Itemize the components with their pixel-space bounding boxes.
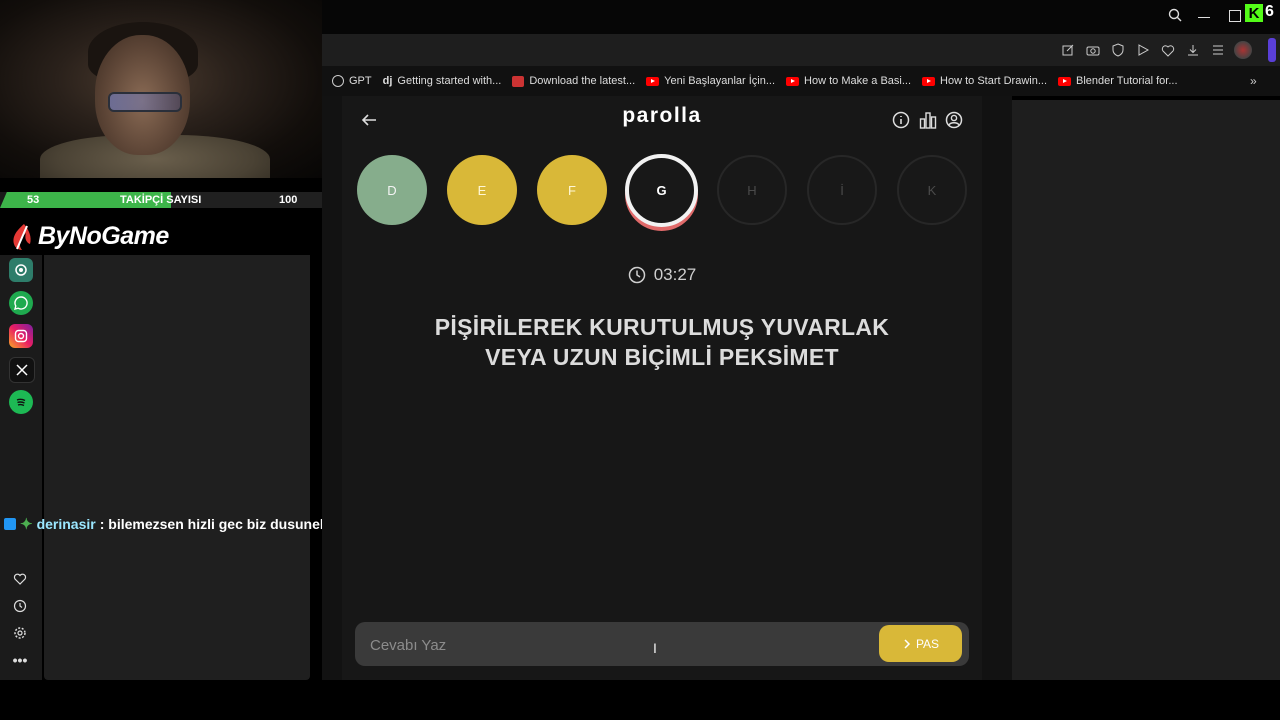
badge-icon [4, 518, 16, 530]
shield-icon[interactable] [1110, 42, 1126, 58]
bookmark-yt-2[interactable]: How to Make a Basi... [786, 75, 911, 87]
bookmark-django[interactable]: dj Getting started with... [383, 75, 502, 87]
letter-circle-h[interactable]: H [717, 155, 787, 225]
chat-message: ✦ derinasir : bilemezsen hizli gec biz d… [4, 515, 340, 533]
chevron-right-icon [904, 638, 910, 649]
letter-circle-g-active[interactable]: G [625, 154, 698, 227]
more-icon[interactable]: ••• [11, 651, 29, 669]
chat-username: derinasir [36, 516, 96, 532]
letter-circle-k[interactable]: K [897, 155, 967, 225]
chatgpt-icon[interactable] [9, 258, 33, 282]
youtube-icon [1058, 76, 1072, 86]
letter-circle-i[interactable]: İ [807, 155, 877, 225]
bookmarks-bar: GPT dj Getting started with... Download t… [322, 66, 1280, 96]
follower-current: 53 [27, 194, 40, 206]
question-text: PİŞİRİLEREK KURUTULMUŞ YUVARLAK VEYA UZU… [380, 312, 944, 372]
stream-side-rail [0, 255, 42, 680]
clock-icon [628, 266, 645, 284]
overlay-badge: 6 [1265, 3, 1274, 20]
kick-logo-icon: K [1245, 4, 1263, 22]
youtube-icon [922, 76, 936, 86]
spotify-icon[interactable] [9, 390, 33, 414]
play-icon[interactable] [1135, 42, 1151, 58]
page-margin-left [322, 96, 342, 680]
timer: 03:27 [342, 265, 982, 285]
whatsapp-icon[interactable] [9, 291, 33, 315]
bookmark-yt-4[interactable]: Blender Tutorial for... [1058, 75, 1178, 87]
heart-icon[interactable] [11, 570, 29, 588]
download-site-icon [512, 75, 525, 87]
bookmark-download[interactable]: Download the latest... [512, 75, 635, 87]
webcam-feed [0, 0, 322, 178]
pass-label: PAS [915, 636, 940, 651]
edit-icon[interactable] [1060, 42, 1076, 58]
dj-icon: dj [382, 75, 393, 87]
letter-circle-d[interactable]: D [357, 155, 427, 225]
answer-input[interactable] [368, 632, 872, 658]
address-bar[interactable] [328, 38, 1058, 62]
profile-avatar[interactable] [1234, 41, 1252, 59]
stats-icon[interactable] [919, 111, 937, 129]
follower-goal: 100 [279, 194, 298, 206]
search-icon[interactable] [1168, 8, 1182, 22]
info-icon[interactable] [892, 111, 910, 129]
user-icon[interactable] [945, 111, 963, 129]
camera-icon[interactable] [1085, 42, 1101, 58]
page-margin-right [982, 96, 1012, 680]
chat-text: : bilemezsen hizli gec biz dusunelim [99, 516, 341, 532]
sidebar-toggle[interactable] [1268, 38, 1276, 62]
follower-label: TAKİPÇİ SAYISI [120, 194, 202, 206]
minimize-icon[interactable] [1198, 17, 1210, 18]
favorite-icon[interactable] [1160, 42, 1176, 58]
bookmark-yt-3[interactable]: How to Start Drawin... [922, 75, 1047, 87]
question-line-1: PİŞİRİLEREK KURUTULMUŞ YUVARLAK [434, 314, 890, 340]
youtube-icon [786, 76, 800, 86]
settings-icon[interactable] [11, 624, 29, 642]
history-icon[interactable] [11, 597, 29, 615]
youtube-icon [646, 76, 660, 86]
right-side-panel [1012, 100, 1280, 680]
gpt-icon [332, 75, 344, 87]
sparkle-icon: ✦ [20, 516, 33, 533]
bookmark-yt-1[interactable]: Yeni Başlayanlar İçin... [646, 75, 775, 87]
pass-button[interactable]: PAS [879, 625, 962, 662]
stream-chat-panel [44, 255, 310, 680]
flame-icon [13, 223, 31, 250]
window-titlebar [322, 0, 1280, 34]
instagram-icon[interactable] [9, 324, 33, 348]
game-title: parolla [622, 104, 702, 127]
download-icon[interactable] [1185, 42, 1201, 58]
text-cursor-icon: I [653, 640, 657, 656]
timer-value: 03:27 [653, 265, 697, 284]
x-twitter-icon[interactable] [9, 357, 35, 383]
bookmarks-overflow-icon[interactable]: » [1250, 74, 1257, 88]
restore-icon[interactable] [1229, 10, 1241, 22]
question-line-2: VEYA UZUN BİÇİMLİ PEKSİMET [485, 344, 839, 370]
menu-icon[interactable] [1210, 42, 1226, 58]
brand-logo: ByNoGame [10, 222, 169, 251]
bookmark-gpt[interactable]: GPT [332, 75, 372, 87]
letter-circle-e[interactable]: E [447, 155, 517, 225]
letter-circle-f[interactable]: F [537, 155, 607, 225]
brand-name: ByNoGame [38, 222, 169, 250]
